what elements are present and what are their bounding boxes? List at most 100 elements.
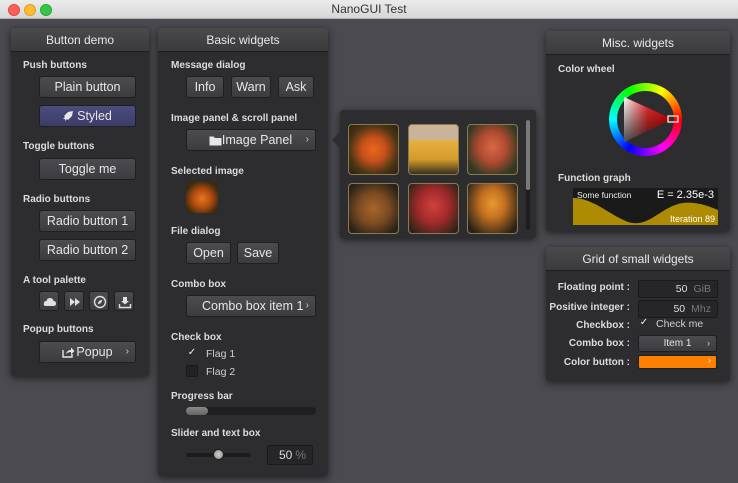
floating-point-unit: GiB xyxy=(693,283,711,295)
folder-icon xyxy=(209,136,222,146)
slider-knob[interactable] xyxy=(212,449,224,460)
graph-caption: Some function xyxy=(577,190,632,200)
rocket-icon xyxy=(63,111,73,121)
progress-fill xyxy=(186,407,209,415)
flag-2-label: Flag 2 xyxy=(206,366,236,378)
progress-bar-label: Progress bar xyxy=(171,391,233,402)
grid-combo-box[interactable]: Item 1 › xyxy=(638,335,717,352)
toggle-me-button[interactable]: Toggle me xyxy=(39,158,136,180)
message-dialog-label: Message dialog xyxy=(171,60,246,71)
sushi-image-3[interactable] xyxy=(467,124,518,175)
toggle-buttons-label: Toggle buttons xyxy=(23,141,95,152)
image-panel-button-label: Image Panel xyxy=(221,133,293,147)
floating-point-textbox[interactable]: 50 GiB xyxy=(638,280,718,298)
fast-forward-icon-button[interactable] xyxy=(64,291,84,311)
radio-button-2[interactable]: Radio button 2 xyxy=(39,239,136,261)
sushi-image-6[interactable] xyxy=(467,183,518,234)
check-me-checkmark: ✓ xyxy=(639,317,649,329)
image-panel-label: Image panel & scroll panel xyxy=(171,113,298,124)
misc-widgets-title[interactable]: Misc. widgets xyxy=(546,31,730,55)
share-icon xyxy=(62,347,75,358)
color-button-label: Color button : xyxy=(563,357,630,368)
combo-box-label: Combo box xyxy=(171,279,226,290)
image-panel-button[interactable]: Image Panel › xyxy=(186,129,316,151)
scroll-track[interactable] xyxy=(526,120,530,230)
selected-image-label: Selected image xyxy=(171,166,244,177)
slider-track[interactable] xyxy=(186,449,251,460)
scroll-thumb[interactable] xyxy=(526,120,530,190)
radio-button-1[interactable]: Radio button 1 xyxy=(39,210,136,232)
chevron-right-icon: › xyxy=(305,300,309,311)
window-title: NanoGUI Test xyxy=(331,2,407,16)
basic-widgets-title[interactable]: Basic widgets xyxy=(158,28,328,52)
grid-widgets-window[interactable]: Grid of small widgets Floating point : 5… xyxy=(546,247,730,381)
cloud-icon-button[interactable] xyxy=(39,291,59,311)
positive-integer-unit: Mhz xyxy=(691,303,711,315)
misc-widgets-window[interactable]: Misc. widgets Color wheel Function graph xyxy=(546,31,730,231)
selected-image-thumbnail xyxy=(186,181,218,213)
chevron-right-icon: › xyxy=(125,346,129,357)
check-me-label: Check me xyxy=(656,318,704,330)
save-button[interactable]: Save xyxy=(237,242,279,264)
function-graph-label: Function graph xyxy=(558,173,631,184)
styled-button[interactable]: Styled xyxy=(39,105,136,127)
info-button[interactable]: Info xyxy=(186,76,224,98)
file-dialog-label: File dialog xyxy=(171,226,221,237)
warn-button[interactable]: Warn xyxy=(231,76,271,98)
basic-widgets-window[interactable]: Basic widgets Message dialog Info Warn A… xyxy=(158,28,328,476)
button-demo-window[interactable]: Button demo Push buttons Plain button St… xyxy=(11,28,149,376)
positive-integer-value: 50 xyxy=(673,303,686,315)
grid-combo-box-label: Combo box : xyxy=(568,338,630,349)
color-wheel-label: Color wheel xyxy=(558,64,615,75)
sushi-image-4[interactable] xyxy=(348,183,399,234)
flag-1-checkmark: ✓ xyxy=(187,347,197,359)
flag-1-label: Flag 1 xyxy=(206,348,236,360)
slider-textbox[interactable]: 50% xyxy=(267,445,313,465)
chevron-right-icon: › xyxy=(707,338,710,348)
image-panel-popup[interactable] xyxy=(332,110,536,238)
color-triangle[interactable] xyxy=(609,83,682,156)
open-button[interactable]: Open xyxy=(186,242,231,264)
install-icon-button[interactable] xyxy=(114,291,134,311)
button-demo-title[interactable]: Button demo xyxy=(11,28,149,52)
grid-widgets-title[interactable]: Grid of small widgets xyxy=(546,247,730,271)
popup-buttons-label: Popup buttons xyxy=(23,324,94,335)
color-button[interactable]: › xyxy=(638,355,717,369)
positive-integer-textbox[interactable]: 50 Mhz xyxy=(638,300,718,318)
chevron-right-icon: › xyxy=(305,134,309,145)
flag-2-checkbox[interactable]: Flag 2 xyxy=(186,365,236,378)
ask-button[interactable]: Ask xyxy=(278,76,314,98)
function-graph: Some function E = 2.35e-3 Iteration 89 xyxy=(573,188,718,225)
flag-2-box xyxy=(186,365,198,378)
cloud-icon xyxy=(43,298,56,306)
slider-value: 50 xyxy=(278,448,293,462)
floating-point-label: Floating point : xyxy=(557,282,630,293)
check-me-checkbox[interactable]: ✓ Check me xyxy=(638,317,704,330)
popup-pointer xyxy=(332,132,340,148)
fast-forward-icon xyxy=(70,298,80,306)
progress-bar xyxy=(186,407,316,415)
graph-header: E = 2.35e-3 xyxy=(656,189,714,201)
check-box-label: Check box xyxy=(171,332,222,343)
styled-button-label: Styled xyxy=(77,109,112,123)
color-wheel[interactable] xyxy=(609,83,682,156)
push-buttons-label: Push buttons xyxy=(23,60,87,71)
sushi-image-1[interactable] xyxy=(348,124,399,175)
tool-palette-label: A tool palette xyxy=(23,275,86,286)
graph-footer: Iteration 89 xyxy=(669,214,715,224)
popup-button[interactable]: Popup › xyxy=(39,341,136,363)
combo-box-value: Combo box item 1 xyxy=(202,299,304,313)
slider-label: Slider and text box xyxy=(171,428,261,439)
radio-buttons-label: Radio buttons xyxy=(23,194,91,205)
install-icon xyxy=(118,297,132,309)
combo-box[interactable]: Combo box item 1 › xyxy=(186,295,316,317)
sushi-image-2[interactable] xyxy=(408,124,459,175)
compass-icon-button[interactable] xyxy=(89,291,109,311)
checkbox-label: Checkbox : xyxy=(576,320,630,331)
plain-button[interactable]: Plain button xyxy=(39,76,136,98)
sushi-image-5[interactable] xyxy=(408,183,459,234)
flag-1-checkbox[interactable]: ✓ Flag 1 xyxy=(186,347,236,360)
grid-combo-box-value: Item 1 xyxy=(663,338,692,349)
chevron-right-icon: › xyxy=(708,355,711,365)
positive-integer-label: Positive integer : xyxy=(549,302,630,313)
